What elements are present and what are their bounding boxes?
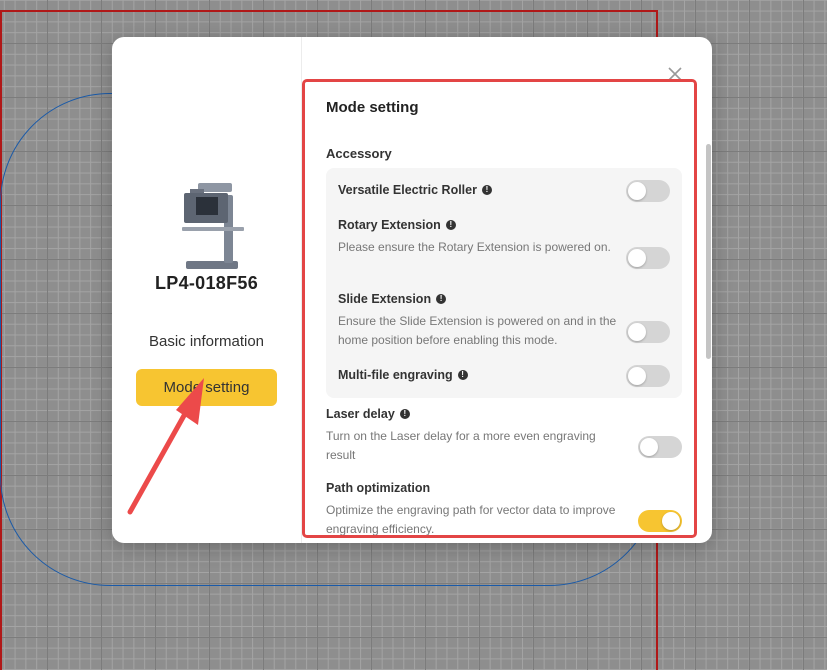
mode-setting-panel: Mode setting Accessory Versatile Electri… (326, 99, 686, 539)
info-icon[interactable]: ! (457, 370, 468, 380)
toggle-knob (628, 367, 646, 385)
roller-label: Versatile Electric Roller (338, 183, 477, 197)
multifile-label: Multi-file engraving (338, 368, 453, 382)
item-label-path-optimization: Path optimization (326, 481, 430, 495)
device-settings-modal: LP4-018F56 Basic information Mode settin… (112, 37, 712, 543)
toggle-knob (628, 182, 646, 200)
item-label-roller: Versatile Electric Roller ! (338, 183, 492, 197)
close-icon[interactable] (664, 63, 686, 85)
device-name: LP4-018F56 (154, 273, 259, 293)
accessory-label: Accessory (326, 146, 392, 161)
info-icon[interactable]: ! (481, 185, 492, 195)
modal-sidebar: LP4-018F56 Basic information Mode settin… (112, 37, 302, 543)
toggle-laser-delay[interactable] (638, 436, 682, 458)
toggle-knob (628, 249, 646, 267)
toggle-versatile-electric-roller[interactable] (626, 180, 670, 202)
toggle-multi-file-engraving[interactable] (626, 365, 670, 387)
toggle-knob (662, 512, 680, 530)
info-icon[interactable]: ! (399, 409, 410, 419)
panel-title: Mode setting (326, 99, 419, 116)
path-opt-label: Path optimization (326, 481, 431, 495)
toggle-path-optimization[interactable] (638, 510, 682, 532)
toggle-knob (640, 438, 658, 456)
toggle-rotary-extension[interactable] (626, 247, 670, 269)
info-icon[interactable]: ! (436, 294, 447, 304)
toggle-knob (628, 323, 646, 341)
nav-basic-information[interactable]: Basic information (136, 330, 277, 354)
rotary-desc: Please ensure the Rotary Extension is po… (338, 240, 611, 254)
item-label-slide: Slide Extension ! (338, 292, 447, 306)
device-image (182, 183, 244, 269)
toggle-slide-extension[interactable] (626, 321, 670, 343)
item-label-multifile: Multi-file engraving ! (338, 368, 468, 382)
item-label-rotary: Rotary Extension ! (338, 218, 456, 232)
accessory-group: Versatile Electric Roller ! Rotary Exten… (326, 168, 682, 398)
info-icon[interactable]: ! (445, 220, 456, 230)
laser-delay-label: Laser delay (326, 407, 395, 421)
slide-label: Slide Extension (338, 292, 432, 306)
nav-mode-setting[interactable]: Mode setting (136, 369, 277, 406)
item-label-laser-delay: Laser delay ! (326, 407, 410, 421)
slide-desc: Ensure the Slide Extension is powered on… (338, 314, 617, 347)
rotary-label: Rotary Extension (338, 218, 441, 232)
laser-delay-desc: Turn on the Laser delay for a more even … (326, 429, 596, 462)
path-opt-desc: Optimize the engraving path for vector d… (326, 503, 616, 536)
scrollbar[interactable] (706, 144, 711, 359)
